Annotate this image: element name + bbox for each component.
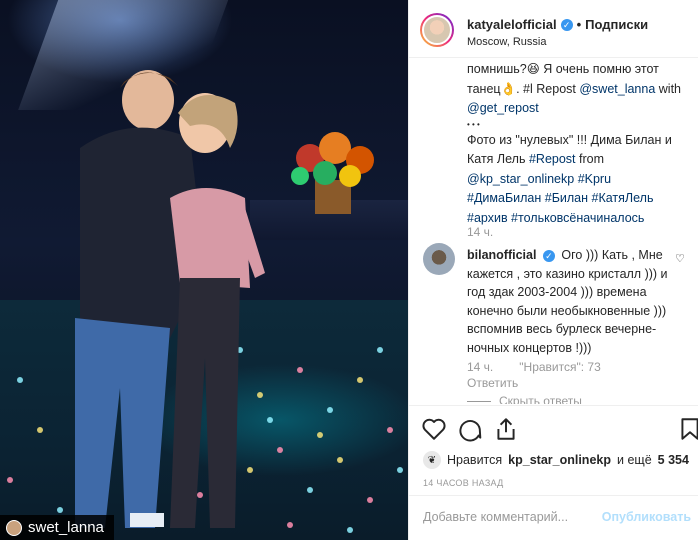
mention-swet-lanna[interactable]: @swet_lanna bbox=[579, 82, 655, 96]
hide-replies-button[interactable]: Скрыть ответы bbox=[467, 394, 582, 404]
likes-prefix: Нравится bbox=[447, 453, 503, 467]
liker-username[interactable]: kp_star_onlinekp bbox=[508, 453, 611, 467]
hide-replies-line bbox=[467, 400, 491, 402]
separator-dot: • bbox=[576, 17, 582, 32]
tag-avatar bbox=[6, 519, 22, 536]
caption-line-1: помнишь?😆 Я очень помню этот bbox=[467, 62, 659, 76]
tag-username: swet_lanna bbox=[28, 519, 104, 536]
post-timestamp[interactable]: 14 ЧАСОВ НАЗАД bbox=[423, 478, 504, 488]
liker-avatar-icon: ❦ bbox=[423, 451, 441, 469]
author-avatar bbox=[422, 15, 452, 45]
heart-icon[interactable] bbox=[421, 416, 447, 442]
bookmark-icon[interactable] bbox=[677, 416, 698, 442]
likes-suffix: и ещё bbox=[617, 453, 652, 467]
comment-body: bilanofficial ✓ Ого ))) Кать , Мне кажет… bbox=[467, 246, 672, 357]
likes-summary: ❦ Нравится kp_star_onlinekp и ещё 5 354 bbox=[423, 451, 689, 469]
caption-line-4: Фото из "нулевых" !!! Дима Билан и Катя … bbox=[467, 131, 689, 170]
caption-line-2: танец👌. #l Repost @swet_lanna with bbox=[467, 80, 689, 100]
action-bar bbox=[409, 405, 698, 449]
hashtags-names[interactable]: #ДимаБилан #Билан #КатяЛель bbox=[467, 191, 653, 205]
following-button[interactable]: Подписки bbox=[585, 17, 648, 32]
commenter-username[interactable]: bilanofficial bbox=[467, 248, 536, 262]
author-username[interactable]: katyalelofficial bbox=[467, 17, 557, 32]
comment-like-icon[interactable]: ♡ bbox=[675, 252, 685, 265]
post-side-panel: katyalelofficial ✓ • Подписки Moscow, Ru… bbox=[408, 0, 698, 540]
comment-likes-count[interactable]: "Нравится": 73 bbox=[519, 360, 601, 374]
commenter-avatar[interactable] bbox=[423, 243, 455, 275]
post-photo[interactable]: swet_lanna bbox=[0, 0, 408, 540]
comment-input[interactable] bbox=[423, 510, 613, 524]
flower-bouquet bbox=[291, 132, 374, 214]
likes-count[interactable]: 5 354 bbox=[658, 453, 689, 467]
caption-with: with bbox=[655, 81, 681, 96]
caption-repost-text: танец👌. #l Repost bbox=[467, 81, 576, 96]
mention-get-repost[interactable]: @get_repost bbox=[467, 101, 539, 115]
author-avatar-ring[interactable] bbox=[420, 13, 454, 47]
post-location[interactable]: Moscow, Russia bbox=[467, 36, 546, 48]
comment-reply-button[interactable]: Ответить bbox=[467, 376, 518, 390]
dancing-couple bbox=[75, 70, 265, 528]
comments-list[interactable]: помнишь?😆 Я очень помню этот танец👌. #l … bbox=[409, 58, 698, 404]
caption-dots: • • • bbox=[467, 119, 480, 129]
caption-time: 14 ч. bbox=[467, 225, 494, 239]
verified-badge-icon: ✓ bbox=[560, 18, 573, 31]
publish-button[interactable]: Опубликовать bbox=[602, 510, 691, 524]
share-icon[interactable] bbox=[493, 416, 519, 442]
post-header: katyalelofficial ✓ • Подписки Moscow, Ru… bbox=[409, 0, 698, 58]
hashtags-archive[interactable]: #архив #тольковсёначиналось bbox=[467, 211, 644, 225]
comment-meta: 14 ч. "Нравится": 73 bbox=[467, 360, 601, 374]
hashtag-kpru[interactable]: #Kpru bbox=[578, 172, 611, 186]
hide-replies-label: Скрыть ответы bbox=[499, 394, 582, 404]
comment-icon[interactable] bbox=[457, 416, 483, 442]
comment-text: Ого ))) Кать , Мне кажется , это казино … bbox=[467, 248, 668, 355]
commenter-verified-icon: ✓ bbox=[542, 250, 555, 262]
mention-kp-star[interactable]: @kp_star_onlinekp bbox=[467, 172, 574, 186]
caption-from: from bbox=[575, 152, 605, 166]
header-user-line: katyalelofficial ✓ • Подписки bbox=[467, 17, 648, 32]
comment-compose: Опубликовать bbox=[409, 495, 698, 540]
post-caption: помнишь?😆 Я очень помню этот танец👌. #l … bbox=[467, 60, 689, 228]
hashtag-repost[interactable]: #Repost bbox=[529, 152, 576, 166]
photo-user-tag[interactable]: swet_lanna bbox=[0, 515, 114, 540]
comment-time: 14 ч. bbox=[467, 360, 494, 374]
